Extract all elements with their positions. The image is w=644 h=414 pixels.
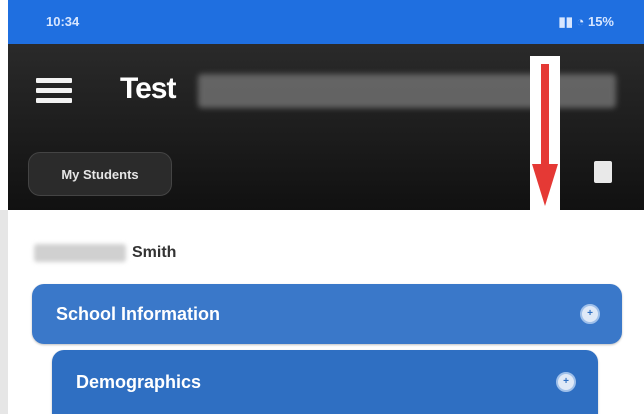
student-last-name: Smith [132,244,177,261]
plus-circle-icon[interactable]: + [556,372,576,392]
accordion-demographics[interactable]: Demographics + [52,350,598,414]
wifi-icon: ◔ [576,14,585,29]
student-name: Smith [34,242,176,264]
hamburger-menu-icon[interactable] [36,78,72,103]
stop-icon[interactable] [594,161,612,183]
accordion-label: School Information [56,303,220,324]
status-icons: ▮▮ ◔ 15% [559,14,614,30]
accordion-label: Demographics [76,371,202,392]
my-students-button[interactable]: My Students [28,152,172,196]
left-edge [0,210,8,414]
accordion-school-information[interactable]: School Information + [32,284,622,344]
status-time: 10:34 [46,14,80,29]
page-title: Test [120,72,176,105]
plus-circle-icon[interactable]: + [580,304,600,324]
battery-level: 15% [587,14,614,29]
status-bar: 10:34 ▮▮ ◔ 15% [8,0,644,44]
signal-icon: ▮▮ [558,14,573,29]
annotation-arrow [530,56,560,216]
redacted-first-name [34,244,126,262]
